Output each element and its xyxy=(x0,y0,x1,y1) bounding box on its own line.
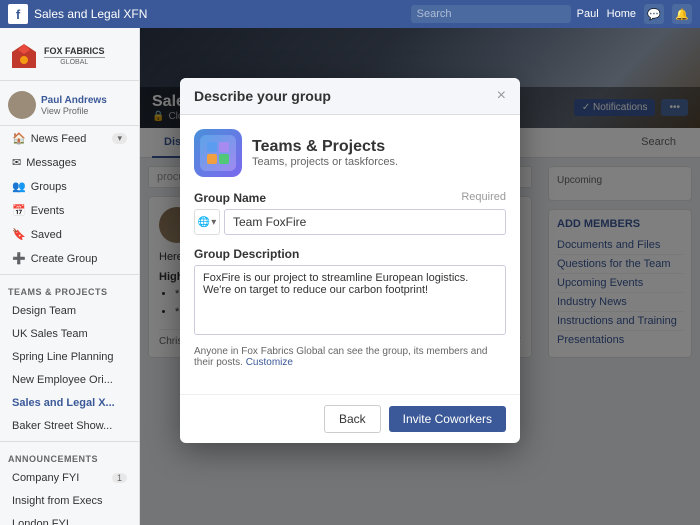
group-name-input[interactable] xyxy=(224,209,506,235)
facebook-logo: f xyxy=(8,4,28,24)
category-desc: Teams, projects or taskforces. xyxy=(252,156,398,168)
modal-category: Teams & Projects Teams, projects or task… xyxy=(194,129,506,177)
newsfeed-icon: 🏠 xyxy=(12,132,26,145)
topbar-title: Sales and Legal XFN xyxy=(34,7,405,21)
customize-link[interactable]: Customize xyxy=(246,357,293,368)
avatar xyxy=(8,91,36,119)
modal-close-button[interactable]: × xyxy=(497,88,506,104)
modal-title: Describe your group xyxy=(194,88,331,104)
group-desc-textarea[interactable]: FoxFire is our project to streamline Eur… xyxy=(194,265,506,335)
invite-coworkers-button[interactable]: Invite Coworkers xyxy=(389,406,506,432)
sidebar-item-saved[interactable]: 🔖 Saved xyxy=(4,223,135,246)
sidebar-item-label: Create Group xyxy=(31,253,98,265)
category-info: Teams & Projects Teams, projects or task… xyxy=(252,138,398,168)
saved-icon: 🔖 xyxy=(12,228,26,241)
sidebar-item-companyfyi[interactable]: Company FYI 1 xyxy=(4,467,135,489)
events-icon: 📅 xyxy=(12,204,26,217)
create-icon: ➕ xyxy=(12,252,26,265)
sidebar-item-uksales[interactable]: UK Sales Team xyxy=(4,323,135,345)
company-fyi-badge: 1 xyxy=(112,473,127,483)
sidebar-item-label: News Feed xyxy=(31,133,87,145)
modal-body: Teams & Projects Teams, projects or task… xyxy=(180,115,520,394)
main-layout: FOX FABRICS GLOBAL Paul Andrews View Pro… xyxy=(0,28,700,525)
group-desc-label: Group Description xyxy=(194,247,506,261)
fox-fabrics-logo: FOX FABRICS GLOBAL xyxy=(8,40,131,72)
view-profile-link[interactable]: View Profile xyxy=(41,106,107,116)
back-button[interactable]: Back xyxy=(324,405,381,433)
teams-projects-icon xyxy=(204,139,232,167)
describe-group-modal: Describe your group × xyxy=(180,78,520,443)
sidebar-item-events[interactable]: 📅 Events xyxy=(4,199,135,222)
content-area: Sales and Legal 🔒 Closed Group ✓ Notific… xyxy=(140,28,700,525)
sidebar-item-groups[interactable]: 👥 Groups xyxy=(4,175,135,198)
topbar-right: Paul Home 💬 🔔 xyxy=(577,4,692,24)
teams-section-header: TEAMS & PROJECTS xyxy=(0,279,139,299)
group-name-label: Group Name Required xyxy=(194,191,506,205)
modal-overlay[interactable]: Describe your group × xyxy=(140,28,700,525)
topbar-user: Paul xyxy=(577,8,599,20)
sidebar-divider-2 xyxy=(0,441,139,442)
sidebar-item-label: Groups xyxy=(31,181,67,193)
messages-nav-icon: ✉ xyxy=(12,156,21,169)
privacy-globe-button[interactable]: 🌐 ▾ xyxy=(194,209,220,235)
messages-icon[interactable]: 💬 xyxy=(644,4,664,24)
category-icon xyxy=(194,129,242,177)
company-logo-area: FOX FABRICS GLOBAL xyxy=(0,32,139,81)
sidebar-item-saleslegal[interactable]: Sales and Legal X... xyxy=(4,392,135,414)
sidebar-item-newemployee[interactable]: New Employee Ori... xyxy=(4,369,135,391)
announcements-section-header: ANNOUNCEMENTS xyxy=(0,446,139,466)
sidebar-divider-1 xyxy=(0,274,139,275)
globe-icon: 🌐 xyxy=(198,217,210,228)
privacy-note: Anyone in Fox Fabrics Global can see the… xyxy=(194,346,506,368)
company-name-text: FOX FABRICS GLOBAL xyxy=(44,46,105,67)
notifications-icon[interactable]: 🔔 xyxy=(672,4,692,24)
sidebar-item-insightexecs[interactable]: Insight from Execs xyxy=(4,490,135,512)
nav-badge: ▾ xyxy=(112,133,127,144)
topbar-search[interactable] xyxy=(411,5,571,23)
topbar: f Sales and Legal XFN Paul Home 💬 🔔 xyxy=(0,0,700,28)
user-name[interactable]: Paul Andrews xyxy=(41,95,107,106)
sidebar-item-label: Messages xyxy=(26,157,76,169)
sidebar-item-design[interactable]: Design Team xyxy=(4,300,135,322)
sidebar-item-londonfyi[interactable]: London FYI xyxy=(4,513,135,525)
user-info: Paul Andrews View Profile xyxy=(41,95,107,116)
sidebar-item-baker[interactable]: Baker Street Show... xyxy=(4,415,135,437)
sidebar-item-messages[interactable]: ✉ Messages xyxy=(4,151,135,174)
modal-header: Describe your group × xyxy=(180,78,520,115)
user-area: Paul Andrews View Profile xyxy=(0,85,139,126)
sidebar-item-label: Saved xyxy=(31,229,62,241)
category-name: Teams & Projects xyxy=(252,138,398,156)
sidebar-item-label: Events xyxy=(31,205,65,217)
sidebar: FOX FABRICS GLOBAL Paul Andrews View Pro… xyxy=(0,28,140,525)
fox-icon xyxy=(8,40,40,72)
sidebar-item-creategroup[interactable]: ➕ Create Group xyxy=(4,247,135,270)
modal-footer: Back Invite Coworkers xyxy=(180,394,520,443)
sidebar-item-spring[interactable]: Spring Line Planning xyxy=(4,346,135,368)
topbar-home[interactable]: Home xyxy=(607,8,636,20)
group-name-row: 🌐 ▾ xyxy=(194,209,506,235)
category-icon-inner xyxy=(200,135,236,171)
required-label: Required xyxy=(461,191,506,205)
groups-icon: 👥 xyxy=(12,180,26,193)
sidebar-item-newsfeed[interactable]: 🏠 News Feed ▾ xyxy=(4,127,135,150)
